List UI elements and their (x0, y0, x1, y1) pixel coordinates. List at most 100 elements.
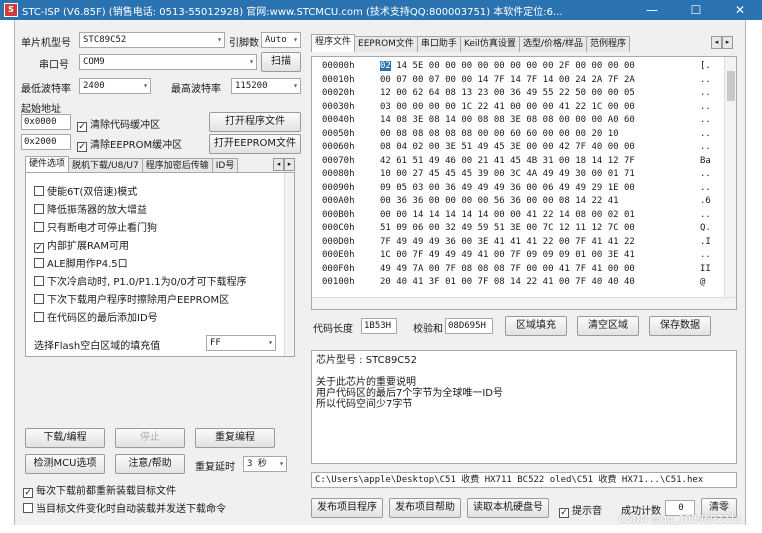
hex-byte[interactable]: 00 (413, 102, 424, 112)
hex-byte[interactable]: 00 (526, 264, 537, 274)
hex-byte[interactable]: 29 (591, 183, 602, 193)
hex-bytes[interactable]: 02 14 5E 00 00 00 00 00 00 00 00 2F 00 0… (380, 61, 635, 71)
hex-byte[interactable]: 12 (591, 223, 602, 233)
hex-bytes[interactable]: 03 00 00 00 00 1C 22 41 00 00 00 41 22 1… (380, 102, 635, 112)
hex-byte[interactable]: 00 (510, 210, 521, 220)
hex-byte[interactable]: 14 (575, 196, 586, 206)
hex-byte[interactable]: 7F (575, 237, 586, 247)
hex-byte[interactable]: 60 (526, 129, 537, 139)
hex-byte[interactable]: 7F (575, 264, 586, 274)
hex-bytes[interactable]: 12 00 62 64 08 13 23 00 36 49 55 22 50 0… (380, 88, 635, 98)
hex-byte[interactable]: 36 (396, 196, 407, 206)
hex-byte[interactable]: 08 (396, 129, 407, 139)
hex-byte[interactable]: 49 (559, 183, 570, 193)
hex-byte[interactable]: 3E (510, 142, 521, 152)
hex-byte[interactable]: 08 (461, 264, 472, 274)
hex-byte[interactable]: 40 (608, 277, 619, 287)
hex-byte[interactable]: 41 (543, 277, 554, 287)
hex-byte[interactable]: 00 (396, 250, 407, 260)
hex-byte[interactable]: 4B (526, 156, 537, 166)
hex-byte[interactable]: 00 (478, 61, 489, 71)
hex-byte[interactable]: 07 (429, 75, 440, 85)
hex-byte[interactable]: 00 (429, 61, 440, 71)
hex-byte[interactable]: 39 (478, 169, 489, 179)
check-mcu-button[interactable]: 检测MCU选项 (25, 454, 105, 474)
hex-byte[interactable]: 4A (526, 169, 537, 179)
hex-bytes[interactable]: 7F 49 49 49 36 00 3E 41 41 41 22 00 7F 4… (380, 237, 635, 247)
hex-byte[interactable]: 22 (543, 210, 554, 220)
hex-byte[interactable]: 09 (543, 250, 554, 260)
hex-byte[interactable]: 00 (396, 102, 407, 112)
hex-byte[interactable]: 41 (478, 250, 489, 260)
publish-project-button[interactable]: 发布项目程序 (311, 498, 383, 518)
hex-byte[interactable]: 45 (429, 169, 440, 179)
hex-byte[interactable]: 49 (380, 264, 391, 274)
clear-area-button[interactable]: 清空区域 (577, 316, 639, 336)
hex-byte[interactable]: 30 (575, 169, 586, 179)
hex-byte[interactable]: 08 (445, 129, 456, 139)
hex-byte[interactable]: 49 (396, 237, 407, 247)
hex-byte[interactable]: 3E (445, 142, 456, 152)
download-program-button[interactable]: 下载/编程 (25, 428, 105, 448)
hex-byte[interactable]: 00 (624, 264, 635, 274)
hex-byte[interactable]: 2A (591, 75, 602, 85)
hex-byte[interactable]: 2F (559, 61, 570, 71)
hex-byte[interactable]: 56 (494, 196, 505, 206)
hex-byte[interactable]: 00 (445, 75, 456, 85)
hex-byte[interactable]: 08 (429, 129, 440, 139)
hex-byte[interactable]: 00 (494, 250, 505, 260)
hex-byte[interactable]: 3E (510, 223, 521, 233)
hex-byte[interactable]: 09 (526, 250, 537, 260)
hex-byte[interactable]: 14 (478, 210, 489, 220)
pins-select[interactable]: Auto ▾ (261, 32, 301, 48)
tab-eeprom-file[interactable]: EEPROM文件 (354, 36, 418, 52)
hex-bytes[interactable]: 00 00 14 14 14 14 14 00 00 41 22 14 08 0… (380, 210, 635, 220)
hex-byte[interactable]: 7F (413, 250, 424, 260)
hex-byte[interactable]: 41 (591, 237, 602, 247)
hex-byte[interactable]: 12 (559, 223, 570, 233)
hex-byte[interactable]: 00 (575, 115, 586, 125)
hex-byte[interactable]: 14 (510, 75, 521, 85)
option-checkbox-ale-pin[interactable]: ALE脚用作P4.5口 (34, 255, 128, 270)
hex-byte[interactable]: 00 (591, 169, 602, 179)
repeat-program-button[interactable]: 重复编程 (195, 428, 275, 448)
hex-byte[interactable]: 46 (445, 156, 456, 166)
hex-byte[interactable]: 27 (413, 169, 424, 179)
hex-byte[interactable]: 01 (575, 250, 586, 260)
hex-byte[interactable]: 00 (429, 264, 440, 274)
right-tab-scroller[interactable]: ◂ ▸ (711, 36, 733, 49)
hex-byte[interactable]: 36 (510, 88, 521, 98)
option-checkbox-add-id[interactable]: 在代码区的最后添加ID号 (34, 309, 158, 324)
hex-byte[interactable]: 3C (510, 169, 521, 179)
hex-byte[interactable]: 00 (608, 264, 619, 274)
hex-horizontal-scrollbar[interactable] (312, 297, 736, 309)
hex-bytes[interactable]: 00 07 00 07 00 00 14 7F 14 7F 14 00 24 2… (380, 75, 635, 85)
hex-byte[interactable]: 00 (608, 142, 619, 152)
hex-byte[interactable]: 14 (559, 210, 570, 220)
hex-byte[interactable]: 14 (591, 156, 602, 166)
hex-byte[interactable]: 22 (526, 277, 537, 287)
hex-byte[interactable]: 08 (559, 196, 570, 206)
hex-byte[interactable]: 41 (559, 102, 570, 112)
hex-byte[interactable]: 49 (526, 88, 537, 98)
hex-byte[interactable]: 49 (494, 183, 505, 193)
hex-byte[interactable]: 14 (510, 277, 521, 287)
hex-byte[interactable]: 14 (478, 75, 489, 85)
hex-byte[interactable]: 00 (543, 102, 554, 112)
hex-byte[interactable]: 05 (396, 183, 407, 193)
hex-byte[interactable]: 42 (559, 142, 570, 152)
fill-value-select[interactable]: FF ▾ (206, 335, 276, 351)
hex-bytes[interactable]: 42 61 51 49 46 00 21 41 45 4B 31 00 18 1… (380, 156, 635, 166)
hex-byte[interactable]: 00 (380, 129, 391, 139)
hex-byte[interactable]: 1E (608, 183, 619, 193)
hex-byte[interactable]: 08 (478, 264, 489, 274)
clear-code-buffer-checkbox[interactable]: ✓ 清除代码缓冲区 (77, 116, 160, 132)
hex-byte[interactable]: 00 (461, 196, 472, 206)
hex-byte[interactable]: 00 (380, 75, 391, 85)
hex-byte[interactable]: 08 (494, 264, 505, 274)
hex-byte[interactable]: 7F (445, 264, 456, 274)
hex-byte[interactable]: 09 (396, 223, 407, 233)
hex-byte[interactable]: 00 (526, 183, 537, 193)
hex-byte[interactable]: 49 (543, 169, 554, 179)
hex-byte[interactable]: 55 (543, 88, 554, 98)
